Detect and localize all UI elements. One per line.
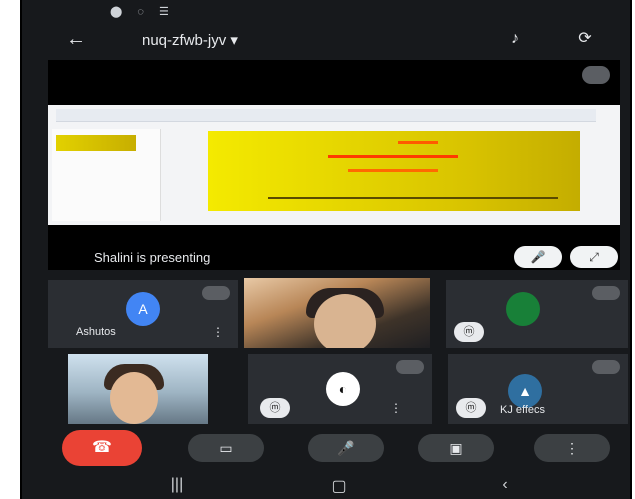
participant-video-2[interactable] xyxy=(68,354,208,424)
arrow-left-icon[interactable]: ← xyxy=(66,29,86,49)
meeting-top-bar: ← nuq-zfwb-jyv ▾ ♪ ⟳ xyxy=(22,24,630,58)
speaker-icon[interactable]: ♪ xyxy=(504,28,526,50)
system-nav-bar: ||| ▢ ‹ xyxy=(22,474,630,499)
slide-line xyxy=(268,197,558,199)
home-icon[interactable]: ▢ xyxy=(324,476,354,496)
avatar: ▲ xyxy=(508,374,542,408)
mute-presentation-button[interactable]: 🎤 xyxy=(514,246,562,268)
participant-tile-5[interactable]: ◐ ⓜ ⋮ xyxy=(248,354,432,424)
avatar xyxy=(506,292,540,326)
participant-tile-b[interactable]: ⓜ xyxy=(446,280,628,348)
avatar: A xyxy=(126,292,160,326)
mic-off-icon: ⓜ xyxy=(454,322,484,342)
call-controls: ☎ ▭ 🎤 ▣ ⋮ xyxy=(22,430,630,470)
present-button[interactable]: ▣ xyxy=(418,434,494,462)
video-feed xyxy=(244,278,430,348)
phone-screen: ⬤ ◌ ☰ ← nuq-zfwb-jyv ▾ ♪ ⟳ Shalini is pr… xyxy=(20,0,632,499)
fullscreen-button[interactable]: ⤢ xyxy=(570,246,618,268)
chevron-down-icon: ▾ xyxy=(230,32,238,49)
slide-line xyxy=(348,169,438,172)
switch-camera-icon[interactable]: ⟳ xyxy=(574,28,596,50)
hangup-button[interactable]: ☎ xyxy=(62,430,142,466)
avatar: ◐ xyxy=(326,372,360,406)
participant-tile-6[interactable]: ▲ ⓜ KJ effecs xyxy=(448,354,628,424)
video-feed xyxy=(68,354,208,424)
more-vert-icon[interactable]: ⋮ xyxy=(390,402,402,414)
meeting-code-text: nuq-zfwb-jyv xyxy=(142,32,227,49)
participant-name: Ashutos xyxy=(76,326,116,338)
presentation-area: Shalini is presenting 🎤 ⤢ xyxy=(48,60,620,270)
video-person-face xyxy=(314,294,376,348)
tile-menu-button[interactable] xyxy=(396,360,424,374)
app-ribbon xyxy=(56,109,596,122)
video-person-face xyxy=(110,372,158,424)
video-toggle-button[interactable]: ▭ xyxy=(188,434,264,462)
status-notification-icons: ⬤ ◌ ☰ xyxy=(110,6,175,18)
tile-menu-button[interactable] xyxy=(592,360,620,374)
tile-menu-button[interactable] xyxy=(592,286,620,300)
slide-main xyxy=(208,131,580,211)
slide-line xyxy=(398,141,438,144)
participant-name: KJ effecs xyxy=(500,404,546,416)
mic-off-icon: ⓜ xyxy=(260,398,290,418)
presentation-menu-button[interactable] xyxy=(582,66,610,84)
shared-screen xyxy=(48,105,620,225)
participant-video-1[interactable] xyxy=(244,278,430,348)
slide-thumbnail xyxy=(56,135,136,151)
mic-off-icon: ⓜ xyxy=(456,398,486,418)
mic-toggle-button[interactable]: 🎤 xyxy=(308,434,384,462)
more-vert-icon[interactable]: ⋮ xyxy=(212,326,224,338)
back-icon[interactable]: ‹ xyxy=(490,476,520,494)
recents-icon[interactable]: ||| xyxy=(162,476,192,494)
participant-tile-a[interactable]: A Ashutos ⋮ xyxy=(48,280,238,348)
status-bar: ⬤ ◌ ☰ xyxy=(22,0,630,24)
tile-menu-button[interactable] xyxy=(202,286,230,300)
more-options-button[interactable]: ⋮ xyxy=(534,434,610,462)
meeting-code[interactable]: nuq-zfwb-jyv ▾ xyxy=(142,31,238,49)
presenting-label: Shalini is presenting xyxy=(94,250,211,265)
slide-line xyxy=(328,155,458,158)
